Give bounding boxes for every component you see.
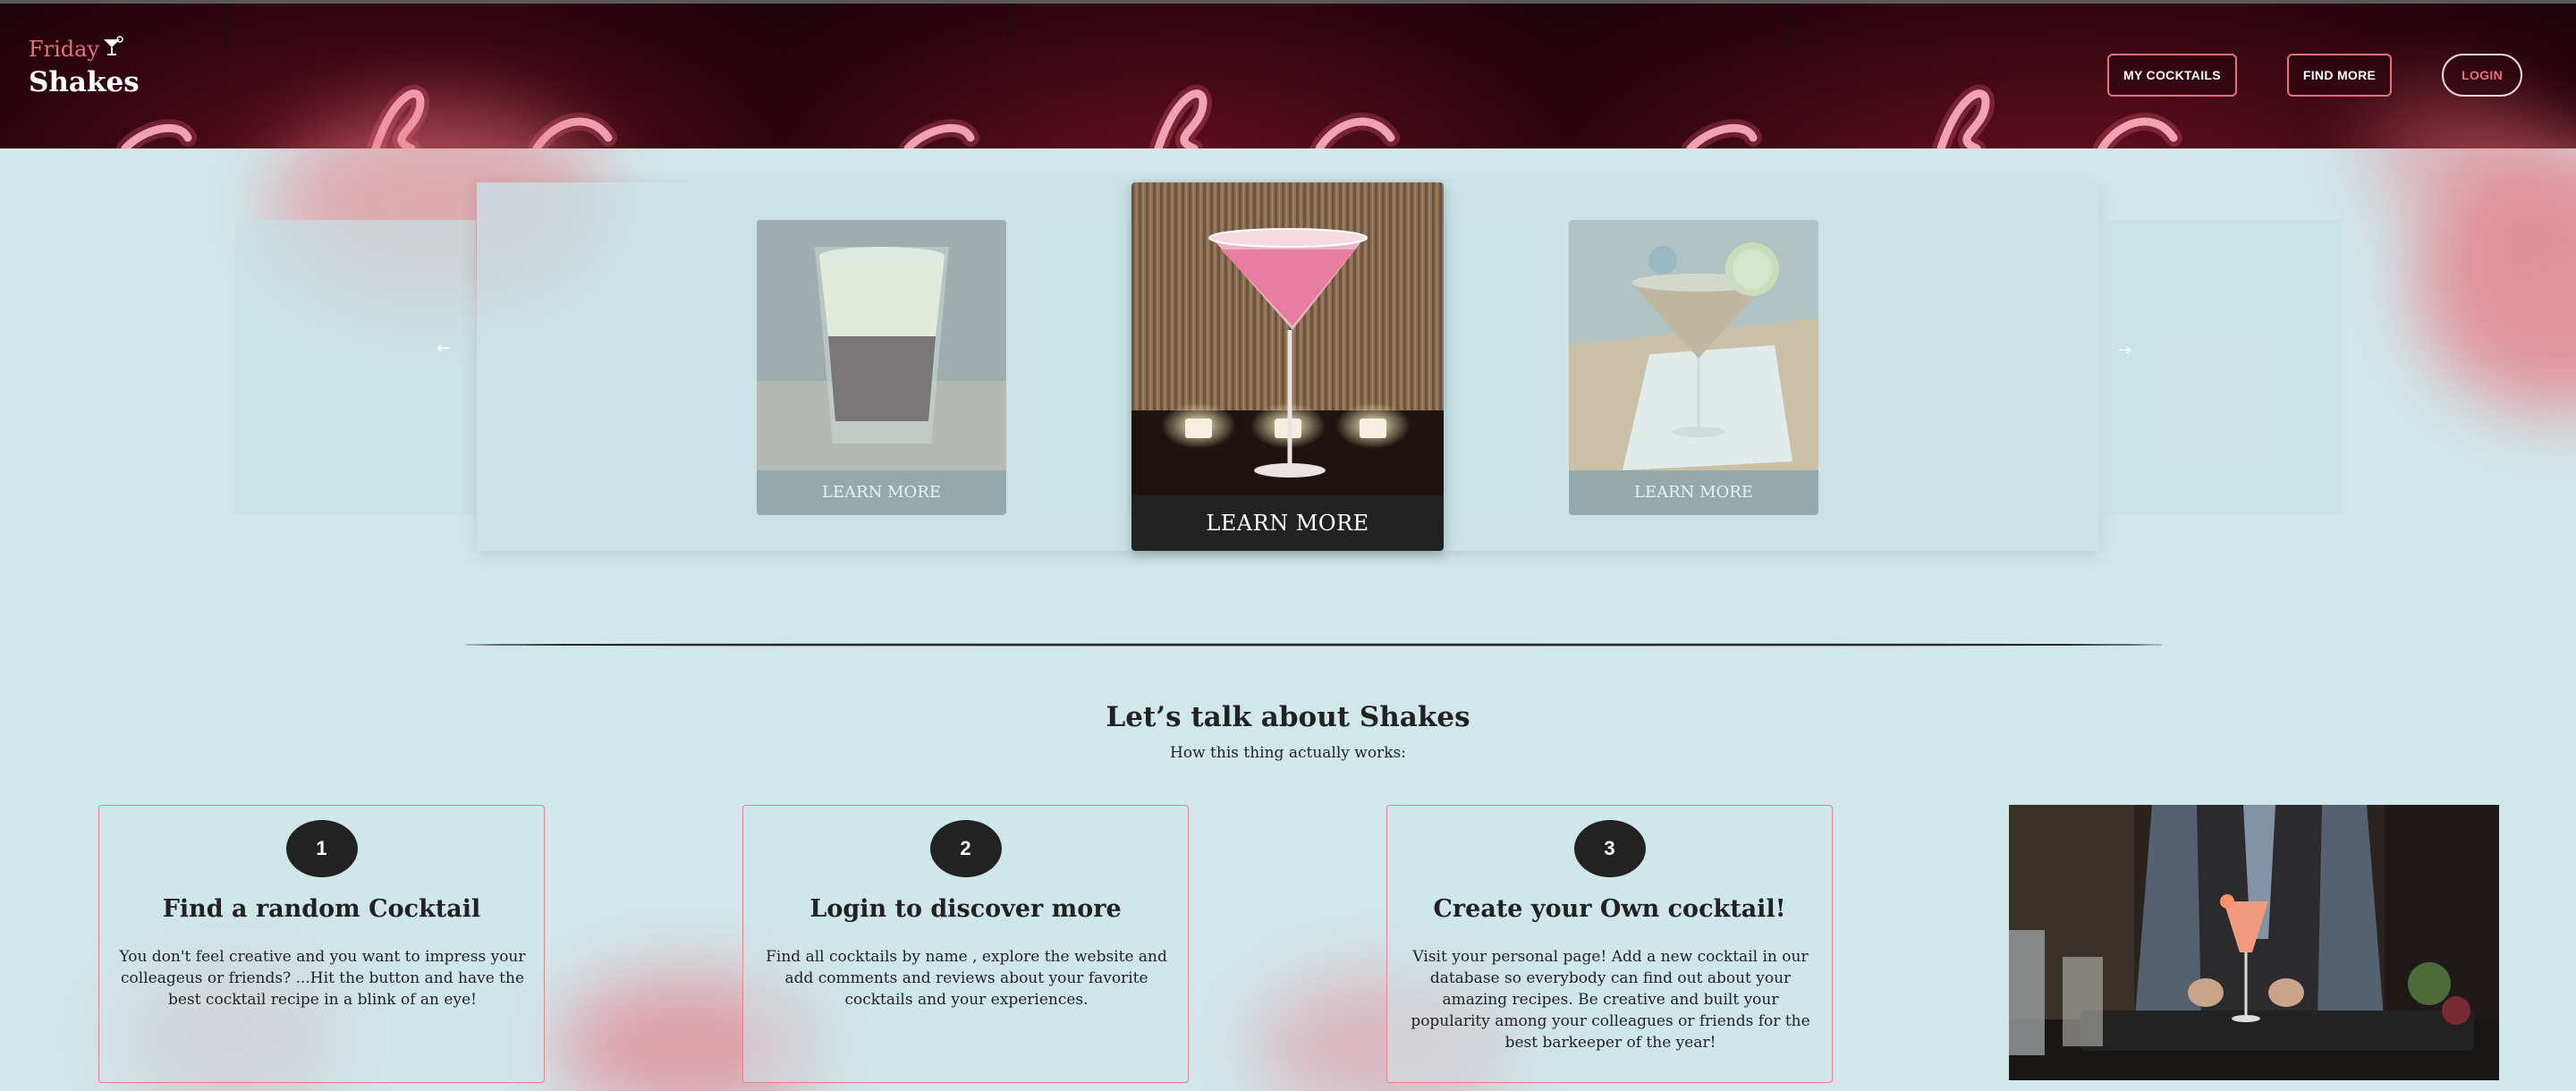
step-card: 1 Find a random Cocktail You don't feel … xyxy=(98,805,545,1083)
learn-more-button[interactable]: LEARN MORE xyxy=(1131,495,1444,551)
carousel-slide-placeholder xyxy=(234,220,476,515)
login-button[interactable]: LOGIN xyxy=(2442,54,2522,97)
step-description: Find all cocktails by name , explore the… xyxy=(766,948,1167,1009)
pink-martini-image xyxy=(1131,182,1444,495)
step-description: Visit your personal page! Add a new cock… xyxy=(1411,948,1810,1052)
step-description: You don't feel creative and you want to … xyxy=(119,948,526,1009)
martini-with-lime-image xyxy=(1569,220,1818,470)
section-title: Let’s talk about Shakes xyxy=(1106,701,1470,733)
site-logo[interactable]: Friday Shakes xyxy=(29,36,140,98)
main-nav: MY COCKTAILS FIND MORE LOGIN xyxy=(2107,54,2522,97)
cocktail-card[interactable]: LEARN MORE xyxy=(1569,220,1818,515)
step-title: Login to discover more xyxy=(809,895,1122,923)
section-divider xyxy=(465,643,2163,647)
neon-sign-background xyxy=(783,4,1565,148)
section-subtitle: How this thing actually works: xyxy=(1170,744,1406,762)
logo-bottom-text: Shakes xyxy=(29,66,140,98)
cocktail-card-active[interactable]: LEARN MORE xyxy=(1131,182,1444,551)
my-cocktails-button[interactable]: MY COCKTAILS xyxy=(2107,54,2237,97)
arrow-left-icon[interactable]: ← xyxy=(436,339,450,358)
logo-top-text: Friday xyxy=(29,37,100,62)
cocktail-glass-icon xyxy=(101,36,124,63)
cocktail-card[interactable]: LEARN MORE xyxy=(757,220,1006,515)
learn-more-button[interactable]: LEARN MORE xyxy=(757,470,1006,515)
step-title: Create your Own cocktail! xyxy=(1433,895,1786,923)
cocktail-carousel: ← → LEARN MORE LEARN MORE LEARN MORE xyxy=(0,148,2576,578)
layered-shot-glass-image xyxy=(757,220,1006,470)
step-card: 2 Login to discover more Find all cockta… xyxy=(742,805,1189,1083)
bartender-image xyxy=(2009,805,2499,1080)
step-number-badge: 1 xyxy=(285,820,358,877)
arrow-right-icon[interactable]: → xyxy=(2118,341,2131,359)
step-card: 3 Create your Own cocktail! Visit your p… xyxy=(1386,805,1833,1083)
find-more-button[interactable]: FIND MORE xyxy=(2286,54,2393,97)
step-number-badge: 2 xyxy=(929,820,1002,877)
step-number-badge: 3 xyxy=(1573,820,1646,877)
step-title: Find a random Cocktail xyxy=(162,895,481,923)
carousel-slide-placeholder xyxy=(2100,220,2342,515)
learn-more-button[interactable]: LEARN MORE xyxy=(1569,470,1818,515)
